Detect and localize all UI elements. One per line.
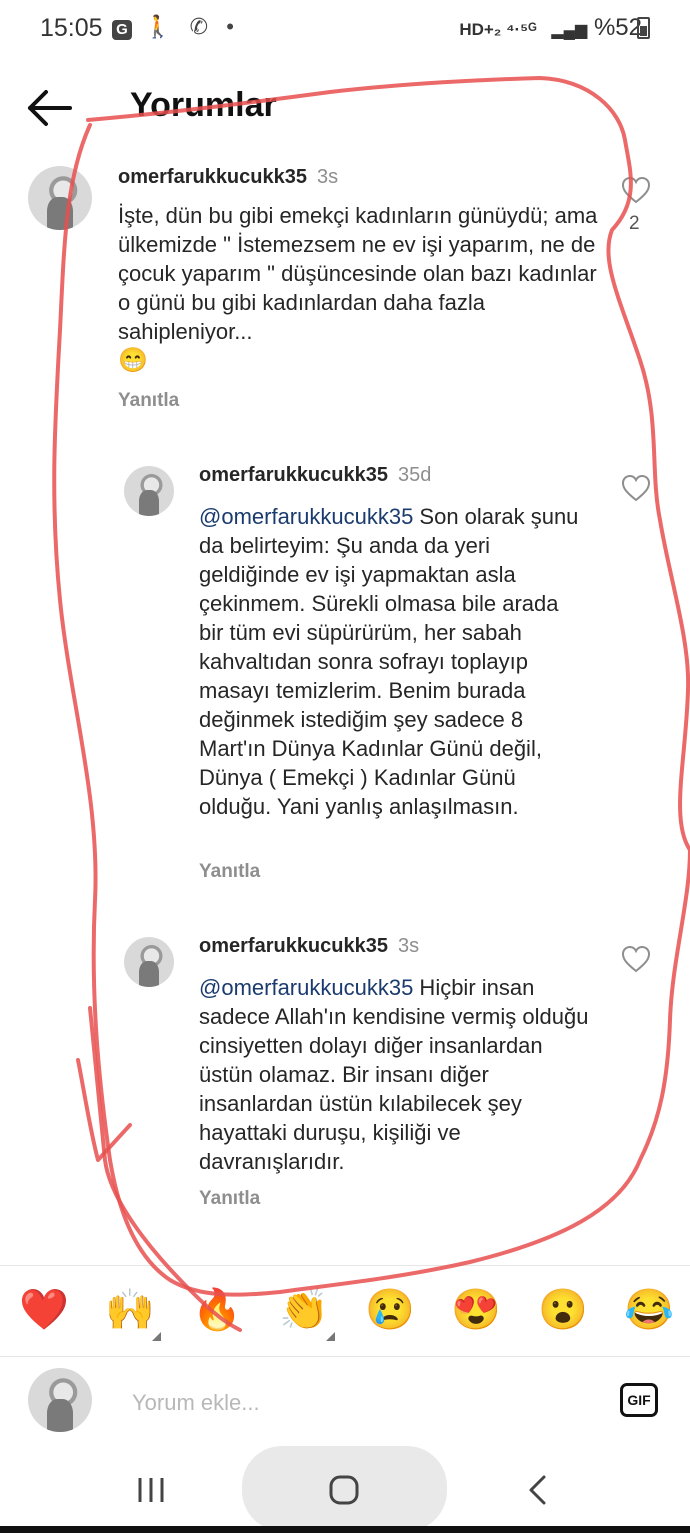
- skin-tone-indicator: [152, 1332, 161, 1341]
- mention-link[interactable]: @omerfarukkucukk35: [199, 504, 413, 529]
- comment-time: 3s: [397, 935, 420, 957]
- status-bar: 15:05 G 🚶 ✆ • HD+₂ ⁴·⁵ᴳ ▂▄▆ %52: [0, 0, 690, 58]
- heart-icon: [621, 176, 651, 204]
- home-icon: [329, 1475, 359, 1505]
- emoji-fire[interactable]: 🔥: [192, 1286, 242, 1334]
- status-notification-icons: G 🚶 ✆ •: [112, 14, 240, 40]
- avatar[interactable]: [28, 166, 92, 230]
- gif-button[interactable]: GIF: [620, 1383, 658, 1417]
- battery-icon: [637, 17, 650, 39]
- emoji-clapping-hands[interactable]: 👏: [279, 1286, 329, 1334]
- back-button[interactable]: [26, 88, 74, 128]
- header: Yorumlar: [0, 72, 690, 142]
- status-time: 15:05: [40, 14, 103, 42]
- comment-username[interactable]: omerfarukkucukk35 3s: [118, 166, 338, 189]
- current-user-avatar: [28, 1368, 92, 1432]
- comment-username[interactable]: omerfarukkucukk35 3s: [199, 935, 419, 958]
- emoji-surprised-face[interactable]: 😮: [538, 1286, 588, 1334]
- emoji-heart-eyes[interactable]: 😍: [451, 1286, 501, 1334]
- page-title: Yorumlar: [130, 86, 277, 124]
- recent-apps-icon: [138, 1478, 164, 1502]
- comment-text: @omerfarukkucukk35 Hiçbir insan sadece A…: [199, 975, 589, 1174]
- dot-icon: •: [226, 14, 240, 39]
- mention-link[interactable]: @omerfarukkucukk35: [199, 975, 413, 1000]
- walking-icon: 🚶: [144, 14, 178, 39]
- emoji-tears-of-joy[interactable]: 😂: [624, 1286, 674, 1334]
- network-indicator: HD+₂ ⁴·⁵ᴳ: [459, 20, 537, 39]
- like-button[interactable]: [621, 176, 651, 204]
- emoji-crying-face[interactable]: 😢: [365, 1286, 415, 1334]
- avatar[interactable]: [124, 937, 174, 987]
- chevron-left-icon: [529, 1475, 546, 1505]
- like-button[interactable]: [621, 474, 651, 502]
- heart-icon: [621, 945, 651, 973]
- comment-username[interactable]: omerfarukkucukk35 35d: [199, 464, 431, 487]
- emoji-bar: ❤️ 🙌 🔥 👏 😢 😍 😮 😂: [0, 1265, 690, 1357]
- battery-percent: %52: [593, 14, 642, 41]
- like-button[interactable]: [621, 945, 651, 973]
- reply-button[interactable]: Yanıtla: [199, 1188, 260, 1210]
- reply-button[interactable]: Yanıtla: [118, 390, 179, 412]
- home-button[interactable]: [328, 1474, 360, 1511]
- emoji-raising-hands[interactable]: 🙌: [105, 1286, 155, 1334]
- grin-emoji: 😁: [118, 347, 148, 374]
- skin-tone-indicator: [326, 1332, 335, 1341]
- back-arrow-icon: [28, 90, 72, 126]
- comment-time: 35d: [397, 464, 432, 486]
- reply-button[interactable]: Yanıtla: [199, 861, 260, 883]
- emoji-heart[interactable]: ❤️: [19, 1286, 69, 1334]
- whatsapp-icon: ✆: [189, 14, 215, 39]
- g-icon: G: [112, 20, 132, 40]
- comment-text: İşte, dün bu gibi emekçi kadınların günü…: [118, 203, 598, 374]
- comment-input[interactable]: [130, 1384, 574, 1422]
- signal-icon: ▂▄▆: [551, 22, 588, 39]
- back-nav-button[interactable]: [526, 1474, 548, 1511]
- comment-composer: GIF: [0, 1356, 690, 1446]
- avatar[interactable]: [124, 466, 174, 516]
- status-right: HD+₂ ⁴·⁵ᴳ ▂▄▆ %52: [459, 14, 642, 42]
- comment-time: 3s: [316, 166, 339, 188]
- heart-icon: [621, 474, 651, 502]
- recent-apps-button[interactable]: [136, 1476, 166, 1509]
- like-count: 2: [629, 213, 640, 234]
- comment-text: @omerfarukkucukk35 Son olarak şunu da be…: [199, 504, 579, 819]
- navigation-bar: [0, 1446, 690, 1531]
- screen-bottom-edge: [0, 1526, 690, 1533]
